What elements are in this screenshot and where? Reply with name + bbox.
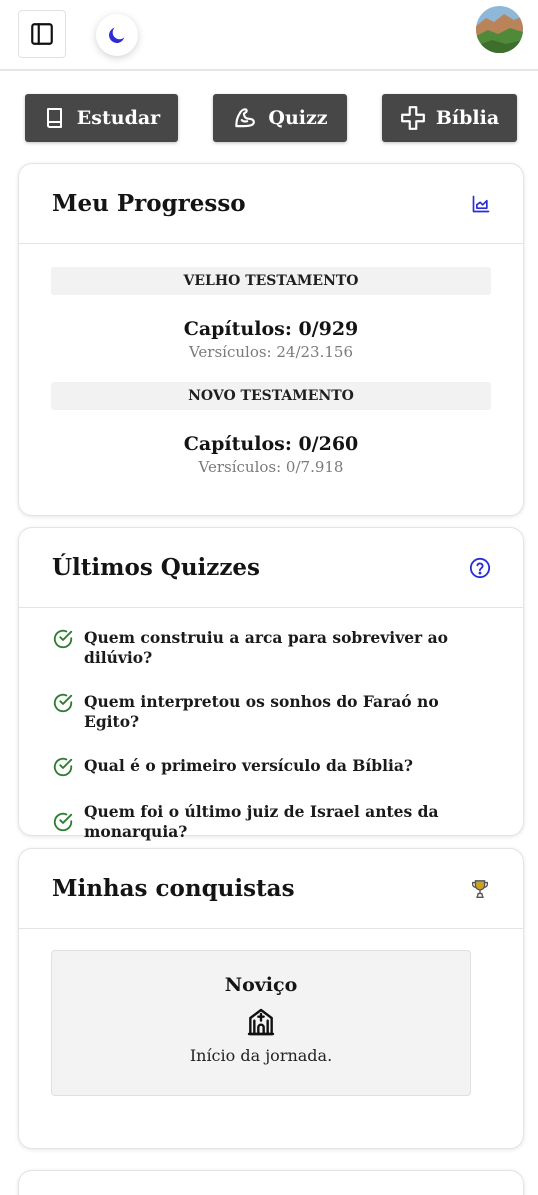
- check-circle-icon: [53, 812, 73, 832]
- achievements-card: Minhas conquistas Noviço Início da jorna…: [18, 848, 524, 1149]
- quiz-list: Quem construiu a arca para sobreviver ao…: [19, 608, 523, 842]
- achievement-name: Noviço: [224, 974, 298, 996]
- trophy-icon: [471, 880, 489, 898]
- study-button[interactable]: Estudar: [25, 94, 178, 142]
- achievements-card-header: Minhas conquistas: [19, 849, 523, 929]
- quiz-item[interactable]: Qual é o primeiro versículo da Bíblia?: [52, 756, 491, 778]
- quiz-item-label: Quem interpretou os sonhos do Faraó no E…: [84, 692, 439, 731]
- achievement-novice[interactable]: Noviço Início da jornada.: [51, 950, 471, 1096]
- quiz-button[interactable]: Quizz: [213, 94, 347, 142]
- chart-icon[interactable]: [471, 194, 491, 214]
- moon-icon: [109, 27, 125, 43]
- church-icon: [247, 1008, 275, 1036]
- achievement-description: Início da jornada.: [189, 1046, 333, 1065]
- theme-toggle-button[interactable]: [96, 14, 138, 56]
- action-bar: Estudar Quizz Bíblia: [0, 94, 538, 142]
- quizzes-card: Últimos Quizzes Quem construiu a arca pa…: [18, 527, 524, 841]
- new-testament-label: NOVO TESTAMENTO: [51, 382, 491, 410]
- check-circle-icon: [53, 693, 73, 713]
- quizzes-card-header: Últimos Quizzes: [19, 528, 523, 608]
- quiz-item[interactable]: Quem construiu a arca para sobreviver ao…: [52, 628, 491, 668]
- sidebar-toggle-icon: [31, 23, 53, 45]
- top-bar: [0, 0, 538, 71]
- sidebar-toggle-button[interactable]: [18, 10, 66, 58]
- flex-arm-icon: [235, 108, 256, 128]
- quiz-item[interactable]: Quem foi o último juiz de Israel antes d…: [52, 802, 491, 842]
- quiz-item-label: Qual é o primeiro versículo da Bíblia?: [84, 756, 414, 775]
- avatar[interactable]: [476, 6, 523, 53]
- old-testament-label: VELHO TESTAMENTO: [51, 267, 491, 295]
- book-icon: [46, 108, 62, 128]
- next-card: [18, 1170, 524, 1195]
- old-testament-chapters: Capítulos: 0/929: [183, 318, 359, 340]
- check-circle-icon: [53, 629, 73, 649]
- progress-card-header: Meu Progresso: [19, 164, 523, 244]
- old-testament-verses: Versículos: 24/23.156: [188, 343, 354, 361]
- quiz-item-label: Quem construiu a arca para sobreviver ao…: [84, 628, 449, 667]
- new-testament-verses: Versículos: 0/7.918: [198, 458, 344, 476]
- check-circle-icon: [53, 757, 73, 777]
- help-circle-icon[interactable]: [469, 557, 491, 579]
- quizzes-title: Últimos Quizzes: [52, 554, 260, 581]
- study-button-label: Estudar: [76, 107, 161, 129]
- plus-icon: [400, 106, 425, 130]
- progress-title: Meu Progresso: [52, 190, 246, 217]
- bible-button-label: Bíblia: [435, 107, 500, 129]
- quiz-button-label: Quizz: [268, 107, 328, 129]
- quiz-item-label: Quem foi o último juiz de Israel antes d…: [84, 802, 439, 841]
- new-testament-chapters: Capítulos: 0/260: [183, 433, 359, 455]
- achievements-title: Minhas conquistas: [52, 875, 295, 902]
- bible-button[interactable]: Bíblia: [382, 94, 517, 142]
- quiz-item[interactable]: Quem interpretou os sonhos do Faraó no E…: [52, 692, 491, 732]
- progress-card: Meu Progresso VELHO TESTAMENTO Capítulos…: [18, 163, 524, 516]
